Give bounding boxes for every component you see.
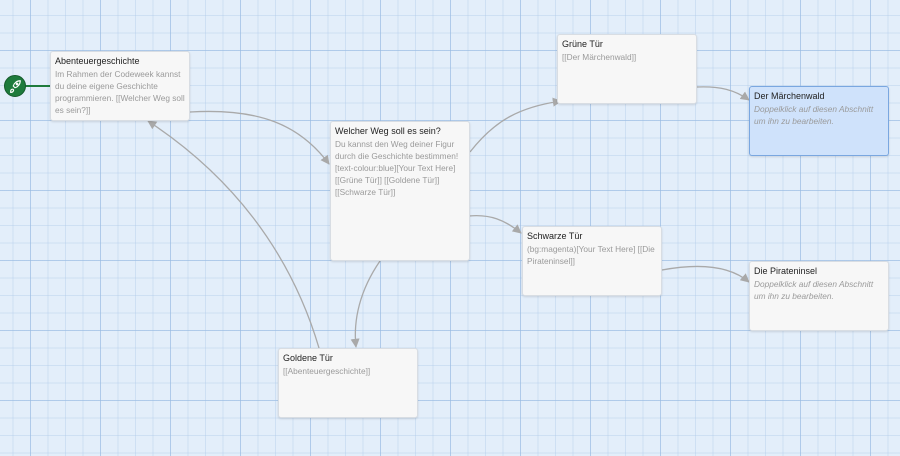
link-welcher-to-gruene (469, 97, 562, 153)
passage-excerpt: [[Der Märchenwald]] (562, 52, 637, 62)
start-passage-marker[interactable] (4, 75, 26, 97)
link-goldene-to-abenteuer (147, 120, 320, 349)
passage-title: Goldene Tür (283, 353, 333, 363)
passage-excerpt: Im Rahmen der Codeweek kannst du deine e… (55, 69, 185, 115)
passage-welcher-weg[interactable]: Welcher Weg soll es sein? Du kannst den … (330, 121, 470, 261)
link-welcher-to-goldene (350, 260, 381, 348)
passage-excerpt: Du kannst den Weg deiner Figur durch die… (335, 139, 459, 197)
passage-gruene-tuer[interactable]: Grüne Tür [[Der Märchenwald]] (557, 34, 697, 104)
link-gruene-to-maerchenwald (696, 86, 750, 101)
start-connector (25, 85, 51, 87)
passage-title: Der Märchenwald (754, 91, 825, 101)
passage-title: Die Pirateninsel (754, 266, 818, 276)
passage-title: Abenteuergeschichte (55, 56, 140, 66)
passage-title: Grüne Tür (562, 39, 603, 49)
passage-schwarze-tuer[interactable]: Schwarze Tür (bg:magenta)[Your Text Here… (522, 226, 662, 296)
passage-title: Welcher Weg soll es sein? (335, 126, 441, 136)
rocket-icon (10, 80, 21, 93)
link-abenteuer-to-welcher (189, 110, 330, 165)
passage-excerpt: (bg:magenta)[Your Text Here] [[Die Pirat… (527, 244, 655, 266)
passage-goldene-tuer[interactable]: Goldene Tür [[Abenteuergeschichte]] (278, 348, 418, 418)
passage-der-maerchenwald[interactable]: Der Märchenwald Doppelklick auf diesen A… (749, 86, 889, 156)
link-schwarze-to-pirateninsel (661, 265, 750, 283)
passage-excerpt: Doppelklick auf diesen Abschnitt um ihn … (754, 104, 874, 126)
passage-die-pirateninsel[interactable]: Die Pirateninsel Doppelklick auf diesen … (749, 261, 889, 331)
passage-title: Schwarze Tür (527, 231, 583, 241)
passage-excerpt: [[Abenteuergeschichte]] (283, 366, 371, 376)
link-welcher-to-schwarze (468, 214, 522, 234)
passage-abenteuergeschichte[interactable]: Abenteuergeschichte Im Rahmen der Codewe… (50, 51, 190, 121)
passage-excerpt: Doppelklick auf diesen Abschnitt um ihn … (754, 279, 874, 301)
story-map-canvas[interactable]: Abenteuergeschichte Im Rahmen der Codewe… (0, 0, 900, 456)
